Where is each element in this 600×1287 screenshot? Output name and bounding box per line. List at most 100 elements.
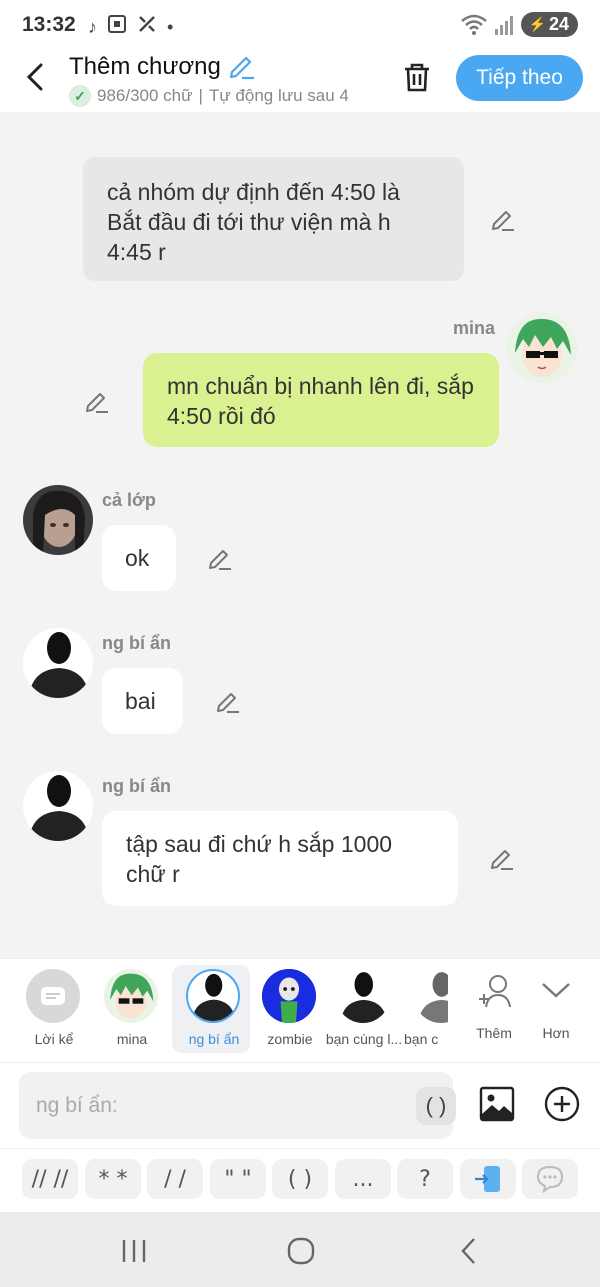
chevron-down-icon [542, 983, 570, 998]
dot-icon: • [167, 16, 174, 37]
pencil-icon [217, 693, 239, 713]
more-label: Hơn [542, 1025, 570, 1041]
word-count: 986/300 chữ [97, 86, 193, 105]
edit-message-button[interactable] [489, 845, 515, 871]
trash-icon [405, 63, 429, 92]
header: Thêm chương ✓ 986/300 chữ | Tự động lưu … [0, 52, 600, 112]
character-label: ng bí ẩn [188, 1031, 240, 1047]
symbol-button[interactable]: // // [22, 1159, 78, 1199]
add-button[interactable] [543, 1085, 581, 1123]
character-ng-bi-an[interactable]: ng bí ẩn [172, 959, 256, 1059]
battery-level: 24 [548, 14, 569, 34]
status-left-icons: ♪ • [88, 14, 173, 39]
character-label: Lời kể [34, 1031, 74, 1047]
parentheses-button[interactable]: ( ) [416, 1087, 456, 1125]
narration-icon [41, 987, 65, 1005]
silhouette-avatar [23, 628, 93, 698]
character-narration[interactable]: Lời kể [16, 959, 96, 1059]
message-bubble[interactable]: ok [102, 525, 176, 591]
plus-circle-icon [544, 1086, 580, 1122]
pencil-icon [229, 56, 254, 80]
edit-message-button[interactable] [207, 545, 233, 571]
character-selector: Lời kể mina ng bí ẩn zombie bạn cùng l..… [0, 958, 600, 1062]
next-button[interactable]: Tiếp theo [456, 55, 583, 101]
speaker-name: ng bí ẩn [102, 633, 171, 653]
symbol-toolbar: // // * * / / " " ( ) ... ? [0, 1148, 600, 1212]
character-ban-c[interactable]: bạn c [404, 959, 448, 1059]
home-button[interactable] [281, 1234, 321, 1268]
symbol-button[interactable]: ( ) [272, 1159, 328, 1199]
back-nav-button[interactable] [450, 1234, 490, 1268]
character-label: bạn cùng l... [325, 1031, 403, 1047]
symbol-button[interactable]: * * [85, 1159, 141, 1199]
home-icon [287, 1237, 315, 1265]
edit-message-button[interactable] [215, 688, 241, 714]
message-bubble[interactable]: bai [102, 668, 183, 734]
zombie-avatar [262, 969, 316, 1023]
status-time: 13:32 [22, 13, 76, 36]
phone-transfer-icon [475, 1166, 500, 1192]
symbol-button[interactable]: " " [210, 1159, 266, 1199]
anime-green-hair-avatar [104, 969, 158, 1023]
symbol-button[interactable]: ? [397, 1159, 453, 1199]
character-mina[interactable]: mina [94, 959, 174, 1059]
narration-bubble[interactable]: cả nhóm dự định đến 4:50 là Bắt đầu đi t… [83, 157, 464, 281]
add-user-icon [479, 975, 511, 1008]
silhouette-avatar [23, 771, 93, 841]
battery-indicator: ⚡ 24 [520, 12, 578, 37]
message-bubble[interactable]: tập sau đi chứ h sắp 1000 chữ r [102, 811, 458, 906]
character-label: mina [116, 1031, 148, 1047]
silhouette-avatar [418, 972, 448, 1023]
silhouette-avatar [340, 972, 387, 1023]
page-title: Thêm chương [69, 53, 221, 80]
symbol-button[interactable]: / / [147, 1159, 203, 1199]
status-bar: 13:32 ♪ • ⚡ 24 [0, 0, 600, 52]
avatar[interactable] [507, 313, 577, 383]
photo-avatar [23, 485, 93, 555]
character-label: bạn c [404, 1031, 439, 1047]
chevron-left-icon [26, 63, 43, 91]
composer: ( ) [0, 1062, 600, 1148]
speaker-name: ng bí ẩn [102, 776, 171, 796]
pencil-icon [86, 393, 108, 413]
recent-apps-button[interactable] [114, 1234, 154, 1268]
chat-bubble-button[interactable] [522, 1159, 578, 1199]
edit-title-button[interactable] [228, 52, 256, 80]
avatar[interactable] [23, 771, 93, 841]
insert-image-button[interactable] [478, 1085, 516, 1123]
check-icon: ✓ [69, 85, 91, 107]
screenshot-icon [107, 14, 127, 39]
charging-icon: ⚡ [528, 16, 546, 32]
back-icon [461, 1238, 475, 1264]
avatar[interactable] [23, 628, 93, 698]
add-label: Thêm [476, 1025, 512, 1041]
delete-button[interactable] [400, 60, 434, 94]
character-ban-cung-lop[interactable]: bạn cùng l... [326, 959, 406, 1059]
own-message-bubble[interactable]: mn chuẩn bị nhanh lên đi, sắp 4:50 rồi đ… [143, 353, 499, 447]
pencil-icon [492, 211, 514, 231]
status-right: ⚡ 24 [460, 12, 578, 37]
image-icon [479, 1086, 515, 1122]
edit-message-button[interactable] [84, 388, 110, 414]
header-subtitle: ✓ 986/300 chữ | Tự động lưu sau 4 [69, 85, 349, 107]
system-nav-bar [0, 1212, 600, 1287]
silhouette-avatar [192, 973, 236, 1021]
back-button[interactable] [20, 60, 50, 94]
recents-icon [122, 1240, 146, 1262]
message-input[interactable] [19, 1072, 389, 1139]
chat-bubble-icon [536, 1165, 564, 1194]
more-characters-button[interactable]: Hơn [526, 959, 586, 1059]
signal-icon [494, 15, 513, 35]
edit-message-button[interactable] [490, 206, 516, 232]
switch-device-button[interactable] [460, 1159, 516, 1199]
tiktok-icon: ♪ [88, 16, 97, 37]
symbol-button[interactable]: ... [335, 1159, 391, 1199]
speaker-name: mina [453, 318, 496, 338]
tools-icon [137, 14, 157, 39]
separator: | [198, 86, 203, 105]
speaker-name: cả lớp [102, 490, 156, 510]
avatar[interactable] [23, 485, 93, 555]
message-input-wrapper: ( ) [19, 1072, 456, 1139]
anime-green-hair-avatar [507, 313, 577, 383]
add-character-button[interactable]: Thêm [456, 959, 532, 1059]
